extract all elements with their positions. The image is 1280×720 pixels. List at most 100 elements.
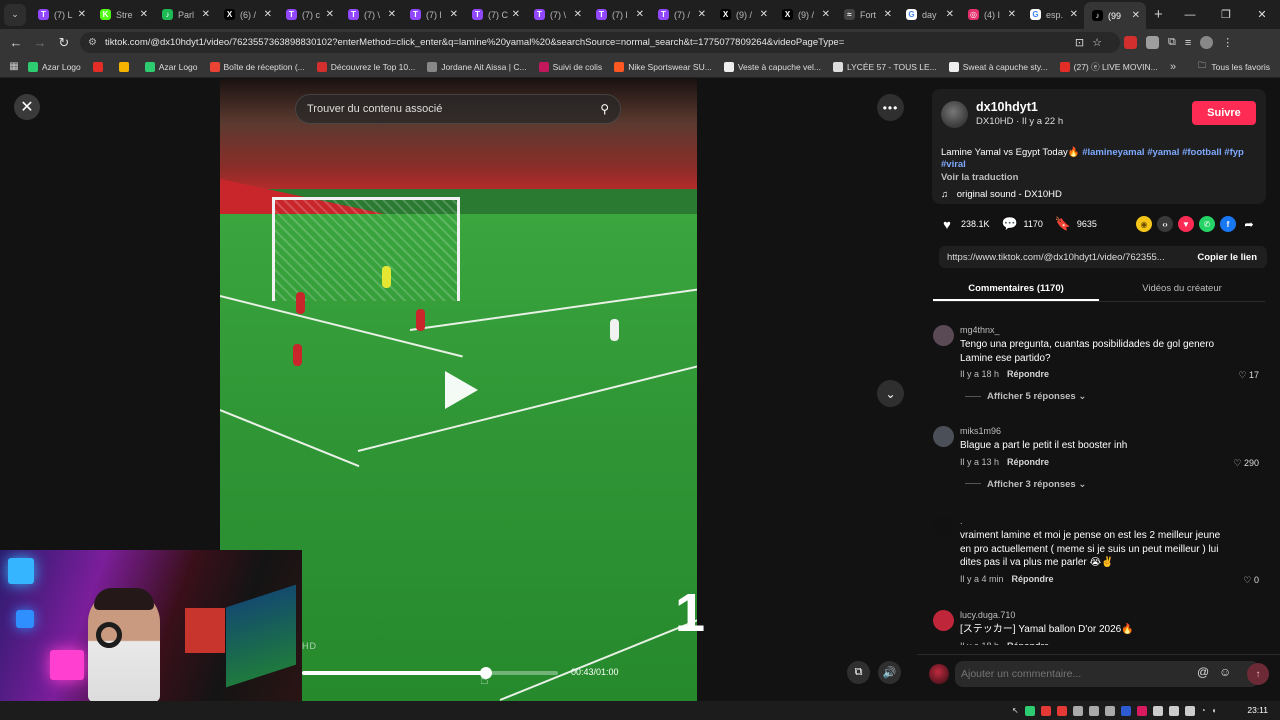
forward-icon[interactable]: → (28, 35, 52, 50)
extension-red-icon[interactable] (1124, 36, 1137, 49)
bookmark-item[interactable]: Découvrez le Top 10... (316, 61, 415, 72)
send-to-friends-icon[interactable]: ▼ (1178, 216, 1194, 232)
tray-app-icon[interactable] (1184, 705, 1195, 716)
show-replies-button[interactable]: Afficher 5 réponses ⌄ (965, 391, 1086, 402)
speaker-icon[interactable]: ◖ (1212, 706, 1217, 715)
see-translation-link[interactable]: Voir la traduction (941, 172, 1018, 183)
more-options-button[interactable]: ••• (877, 94, 904, 121)
browser-tab[interactable]: Gesp. ✕ (1022, 3, 1084, 27)
browser-tab[interactable]: T (7) \ ✕ (340, 3, 402, 27)
reload-icon[interactable]: ↻ (52, 35, 76, 51)
save-button[interactable]: 🔖 9635 (1055, 216, 1097, 232)
tab-comments[interactable]: Commentaires (1170) (933, 280, 1099, 301)
browser-tab[interactable]: Gday ✕ (898, 3, 960, 27)
tab-close-icon[interactable]: ✕ (140, 9, 148, 20)
bookmark-item[interactable]: (27) ⓔ LIVE MOVIN... (1059, 61, 1158, 73)
browser-tab[interactable]: T (7) c ✕ (278, 3, 340, 27)
browser-menu-icon[interactable]: ⋮ (1222, 36, 1233, 49)
commenter-avatar[interactable] (933, 516, 954, 537)
bookmark-item[interactable]: Sweat à capuche sty... (948, 61, 1048, 72)
tab-close-icon[interactable]: ✕ (822, 9, 830, 20)
tab-close-icon[interactable]: ✕ (512, 9, 520, 20)
reading-list-icon[interactable]: ≡ (1185, 37, 1191, 49)
video-search-input[interactable]: Trouver du contenu associé ⚲ (295, 94, 621, 124)
tray-app-icon[interactable] (1072, 705, 1083, 716)
apps-grid-icon[interactable]: ▦ (0, 61, 28, 72)
back-icon[interactable]: ← (4, 35, 28, 50)
extensions-puzzle-icon[interactable]: ⧉ (1168, 36, 1176, 49)
sound-link[interactable]: ♫ original sound - DX10HD (941, 189, 1062, 200)
browser-tab[interactable]: T (7) l ✕ (588, 3, 650, 27)
tab-creator-videos[interactable]: Vidéos du créateur (1099, 280, 1265, 301)
tray-app-icon[interactable] (1040, 705, 1051, 716)
reply-button[interactable]: Répondre (1007, 457, 1049, 467)
tray-app-icon[interactable] (1152, 705, 1163, 716)
mention-icon[interactable]: @ (1197, 665, 1209, 679)
tray-app-icon[interactable] (1024, 705, 1035, 716)
url-field[interactable]: ⚙ tiktok.com/@dx10hdyt1/video/7623557363… (80, 32, 1120, 53)
browser-tab[interactable]: T (7) L ✕ (30, 3, 92, 27)
tray-app-icon[interactable] (1168, 705, 1179, 716)
reply-button[interactable]: Répondre (1007, 641, 1049, 646)
bookmark-item[interactable]: Suivi de colis (538, 61, 602, 72)
volume-button[interactable]: 🔊 (878, 661, 901, 684)
browser-tab[interactable]: ◎ (4) I ✕ (960, 3, 1022, 27)
next-video-button[interactable]: ⌄ (877, 380, 904, 407)
profile-avatar-icon[interactable] (1200, 36, 1214, 49)
tray-app-icon[interactable] (1088, 705, 1099, 716)
commenter-username[interactable]: . (960, 516, 963, 526)
tab-close-icon[interactable]: ✕ (450, 9, 458, 20)
commenter-avatar[interactable] (933, 325, 954, 346)
bookmark-item[interactable] (118, 61, 133, 72)
comment-like-button[interactable]: ♡ 290 (1233, 458, 1259, 469)
new-tab-button[interactable]: + (1154, 6, 1163, 23)
bookmark-item[interactable]: Nike Sportswear SU... (614, 61, 712, 72)
commenter-avatar[interactable] (933, 610, 954, 631)
browser-tab[interactable]: T (7) / ✕ (650, 3, 712, 27)
browser-tab[interactable]: X (6) / ✕ (216, 3, 278, 27)
tab-close-icon[interactable]: ✕ (1070, 9, 1078, 20)
search-icon[interactable]: ⚲ (600, 102, 609, 116)
bookmark-item[interactable] (92, 61, 107, 72)
browser-tab[interactable]: T (7) \ ✕ (526, 3, 588, 27)
browser-tab[interactable]: ♪ Parl ✕ (154, 3, 216, 27)
tray-app-icon[interactable] (1120, 705, 1131, 716)
copy-link-button[interactable]: Copier le lien (1197, 252, 1257, 263)
bookmark-item[interactable]: LYCÉE 57 - TOUS LE... (832, 61, 937, 72)
tab-close-icon[interactable]: ✕ (388, 9, 396, 20)
tab-close-icon[interactable]: ✕ (1132, 10, 1140, 21)
hashtag-link[interactable]: #fyp (1224, 147, 1244, 158)
send-comment-button[interactable]: ↑ (1247, 663, 1269, 685)
browser-tab[interactable]: ≈ Fort ✕ (836, 3, 898, 27)
browser-tab[interactable]: K Stre ✕ (92, 3, 154, 27)
tray-app-icon[interactable] (1104, 705, 1115, 716)
play-icon[interactable] (445, 371, 478, 409)
install-app-icon[interactable]: ⊡ (1075, 37, 1092, 49)
tab-close-icon[interactable]: ✕ (1008, 9, 1016, 20)
share-link-url[interactable]: https://www.tiktok.com/@dx10hdyt1/video/… (939, 252, 1175, 263)
reply-button[interactable]: Répondre (1007, 369, 1049, 379)
tab-close-icon[interactable]: ✕ (78, 9, 86, 20)
commenter-username[interactable]: mg4thnx_ (960, 325, 1000, 335)
tab-close-icon[interactable]: ✕ (698, 9, 706, 20)
pointer-icon[interactable]: ↖ (1012, 706, 1019, 715)
hashtag-link[interactable]: #yamal (1147, 147, 1179, 158)
reply-button[interactable]: Répondre (1012, 574, 1054, 584)
share-arrow-icon[interactable]: ➦ (1241, 216, 1257, 232)
video-progress-bar[interactable] (302, 667, 558, 679)
browser-tab[interactable]: ♪ (99 ✕ (1084, 2, 1146, 29)
picture-in-picture-button[interactable]: ⧉ (847, 661, 870, 684)
browser-tab[interactable]: X (9) / ✕ (774, 3, 836, 27)
extension-grey-icon[interactable] (1146, 36, 1159, 49)
commenter-username[interactable]: miks1m96 (960, 426, 1001, 436)
tab-close-icon[interactable]: ✕ (202, 9, 210, 20)
tray-app-icon[interactable] (1136, 705, 1147, 716)
tab-close-icon[interactable]: ✕ (760, 9, 768, 20)
comment-like-button[interactable]: ♡ 17 (1238, 370, 1259, 381)
close-video-button[interactable]: ✕ (14, 94, 40, 120)
facebook-icon[interactable]: f (1220, 216, 1236, 232)
hashtag-link[interactable]: #lamineyamal (1082, 147, 1144, 158)
author-username[interactable]: dx10hdyt1 (976, 100, 1038, 114)
tab-search-button[interactable]: ⌄ (4, 3, 26, 26)
restore-icon[interactable]: ❐ (1208, 0, 1244, 29)
